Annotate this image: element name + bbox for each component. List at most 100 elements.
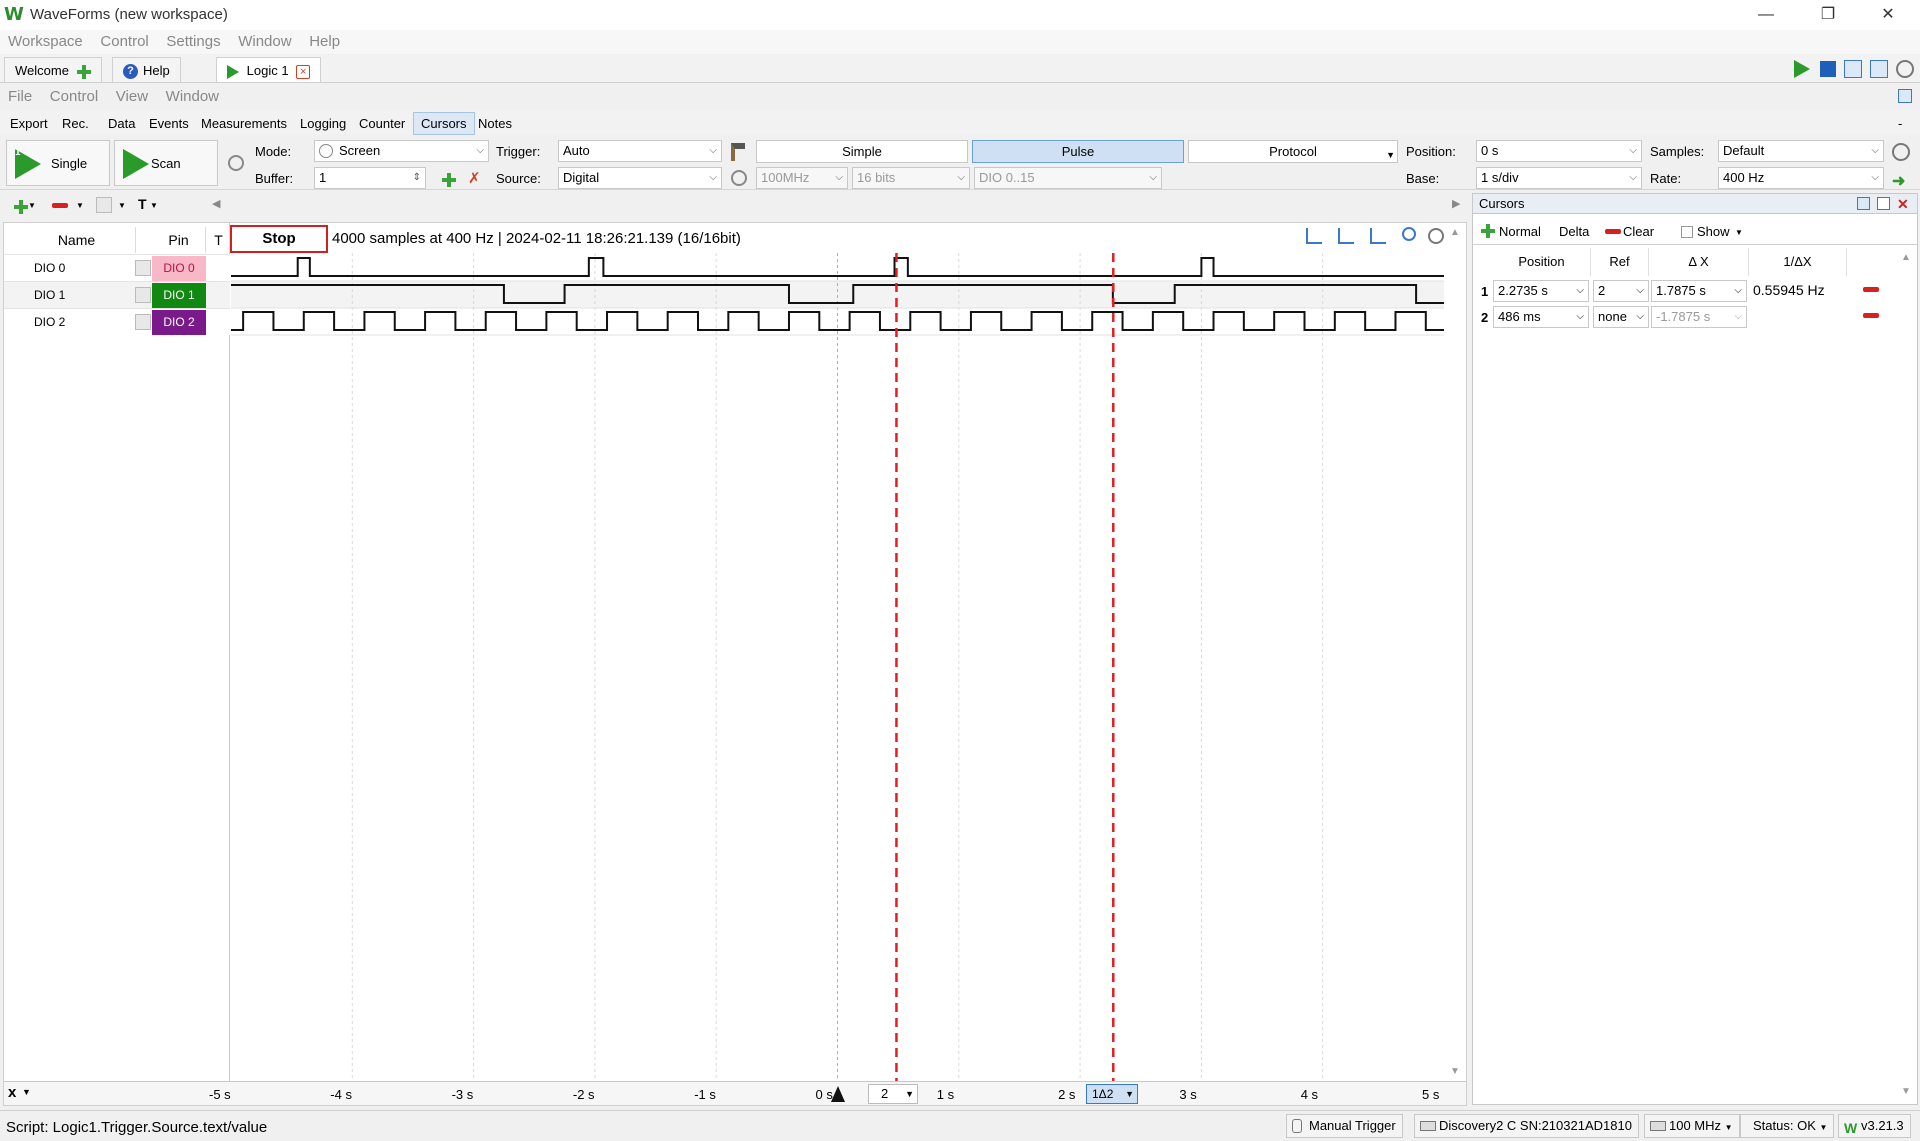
close-button[interactable]: ✕	[1866, 2, 1910, 28]
menu-settings[interactable]: Settings	[166, 30, 220, 54]
chevron-down-icon[interactable]: ▼	[76, 201, 84, 210]
spin-arrows-icon[interactable]: ⇕	[413, 168, 421, 188]
buffer-spinbox[interactable]: 1 ⇕	[314, 167, 426, 189]
samples-select[interactable]: Default ⌵	[1718, 140, 1884, 162]
normal-cursor-button[interactable]: Normal	[1499, 224, 1541, 239]
device-settings-icon[interactable]	[1896, 60, 1914, 78]
status-button[interactable]: Status: OK ▼	[1740, 1114, 1835, 1138]
menu-notes[interactable]: Notes	[478, 116, 512, 131]
trigger-tab-pulse[interactable]: Pulse	[972, 140, 1184, 163]
version-button[interactable]: W v3.21.3	[1838, 1114, 1911, 1138]
menu-events[interactable]: Events	[149, 116, 189, 131]
cursor-position-select[interactable]: 486 ms ⌵	[1493, 306, 1589, 328]
add-icon[interactable]	[76, 64, 91, 79]
chevron-down-icon[interactable]: ▼	[118, 201, 126, 210]
remove-cursor-icon[interactable]	[1863, 287, 1879, 292]
run-all-icon[interactable]	[1794, 60, 1812, 78]
remove-channel-icon[interactable]	[52, 203, 68, 208]
scroll-down-icon[interactable]: ▼	[1901, 1086, 1911, 1097]
menu-measurements[interactable]: Measurements	[201, 116, 287, 131]
chevron-down-icon[interactable]: ▼	[1735, 228, 1743, 237]
run-options-icon[interactable]	[228, 155, 244, 171]
scroll-right-icon[interactable]: ▶	[1452, 197, 1460, 210]
channel-row[interactable]: DIO 2 DIO 2	[4, 308, 230, 335]
collapse-menu-icon[interactable]: -	[1898, 116, 1902, 131]
stack-tool-icon[interactable]	[1370, 228, 1386, 244]
maximize-panel-icon[interactable]	[1877, 197, 1890, 210]
clear-cursors-button[interactable]: Clear	[1623, 224, 1654, 239]
add-buffer-icon[interactable]	[442, 172, 456, 187]
protocol-dropdown-icon[interactable]: ▼	[1386, 145, 1395, 166]
edit-channel-icon[interactable]	[135, 314, 151, 330]
tab-welcome[interactable]: Welcome	[4, 57, 102, 82]
single-button[interactable]: 1 Single	[6, 140, 110, 186]
tile-windows-icon[interactable]	[1844, 60, 1862, 78]
close-panel-icon[interactable]: ✕	[1897, 194, 1909, 214]
menu-view[interactable]: View	[116, 85, 148, 109]
rate-select[interactable]: 400 Hz ⌵	[1718, 167, 1884, 189]
stop-all-icon[interactable]	[1820, 61, 1836, 77]
delta-cursor-button[interactable]: Delta	[1559, 224, 1589, 239]
device-button[interactable]: Discovery2 C SN:210321AD1810	[1414, 1114, 1639, 1138]
close-tab-icon[interactable]: ×	[296, 64, 311, 79]
manual-trigger-button[interactable]: Manual Trigger	[1286, 1114, 1403, 1138]
trigger-hammer-icon[interactable]	[731, 143, 745, 161]
menu-data[interactable]: Data	[108, 116, 135, 131]
source-select[interactable]: Digital ⌵	[558, 167, 722, 189]
stop-status-button[interactable]: Stop	[230, 225, 328, 253]
menu-file[interactable]: File	[8, 85, 32, 109]
source-settings-icon[interactable]	[731, 170, 747, 186]
trigger-position-marker[interactable]	[831, 1086, 845, 1102]
chevron-down-icon[interactable]: ▼	[150, 201, 158, 210]
add-cursor-icon[interactable]	[1481, 224, 1495, 238]
menu-rec[interactable]: Rec.	[62, 116, 89, 131]
undock-icon[interactable]	[1898, 89, 1912, 103]
apply-arrow-icon[interactable]: ➜	[1892, 171, 1905, 191]
remove-cursor-icon[interactable]	[1863, 313, 1879, 318]
channel-row[interactable]: DIO 1 DIO 1	[4, 281, 230, 308]
waveform-plot[interactable]	[231, 253, 1444, 1081]
menu-workspace[interactable]: Workspace	[8, 30, 83, 54]
scroll-down-icon[interactable]: ▼	[1450, 1066, 1460, 1077]
menu-export[interactable]: Export	[10, 116, 48, 131]
scan-button[interactable]: Scan	[114, 140, 218, 186]
trigger-select[interactable]: Auto ⌵	[558, 140, 722, 162]
menu-logging[interactable]: Logging	[300, 116, 346, 131]
trigger-column-icon[interactable]: T	[138, 196, 147, 212]
menu-inst-control[interactable]: Control	[50, 85, 98, 109]
undock-panel-icon[interactable]	[1857, 197, 1870, 210]
scroll-up-icon[interactable]: ▲	[1901, 252, 1911, 263]
add-channel-icon[interactable]	[14, 199, 28, 214]
menu-help[interactable]: Help	[309, 30, 340, 54]
menu-control[interactable]: Control	[100, 30, 148, 54]
chevron-down-icon[interactable]: ▼	[28, 201, 36, 210]
chevron-down-icon[interactable]: ▼	[22, 1087, 31, 1097]
scroll-up-icon[interactable]: ▲	[1450, 227, 1460, 238]
base-select[interactable]: 1 s/div ⌵	[1476, 167, 1642, 189]
menu-counter[interactable]: Counter	[359, 116, 405, 131]
clock-button[interactable]: 100 MHz ▼	[1644, 1114, 1740, 1138]
restore-button[interactable]: ❐	[1806, 2, 1850, 28]
edit-channel-icon[interactable]	[135, 260, 151, 276]
remove-cursor-icon[interactable]	[1605, 229, 1621, 234]
zoom-icon[interactable]	[1402, 227, 1416, 241]
mode-select[interactable]: Screen ⌵	[314, 140, 489, 162]
trigger-tab-protocol[interactable]: Protocol ▼	[1188, 140, 1398, 163]
position-input[interactable]: 0 s ⌵	[1476, 140, 1642, 162]
cursor-delta-select[interactable]: 1Δ2 ▼	[1086, 1084, 1138, 1104]
time-settings-icon[interactable]	[1892, 143, 1910, 161]
stack-windows-icon[interactable]	[1870, 60, 1888, 78]
minimize-button[interactable]: —	[1744, 2, 1788, 28]
tab-logic-1[interactable]: Logic 1 ×	[216, 57, 322, 82]
edit-channel-icon[interactable]	[135, 287, 151, 303]
edit-channel-icon[interactable]	[96, 197, 112, 213]
cursor-ref-select[interactable]: 2 ⌵	[1593, 280, 1649, 302]
plot-settings-icon[interactable]	[1428, 228, 1444, 244]
channel-row[interactable]: DIO 0 DIO 0	[4, 254, 230, 281]
scroll-left-icon[interactable]: ◀	[212, 197, 220, 210]
cursor-dx-select[interactable]: 1.7875 s ⌵	[1651, 280, 1747, 302]
tab-help[interactable]: ? Help	[112, 57, 181, 82]
cursor-ref-select[interactable]: none ⌵	[1593, 306, 1649, 328]
menu-inst-window[interactable]: Window	[166, 85, 219, 109]
trigger-tab-simple[interactable]: Simple	[756, 140, 968, 163]
